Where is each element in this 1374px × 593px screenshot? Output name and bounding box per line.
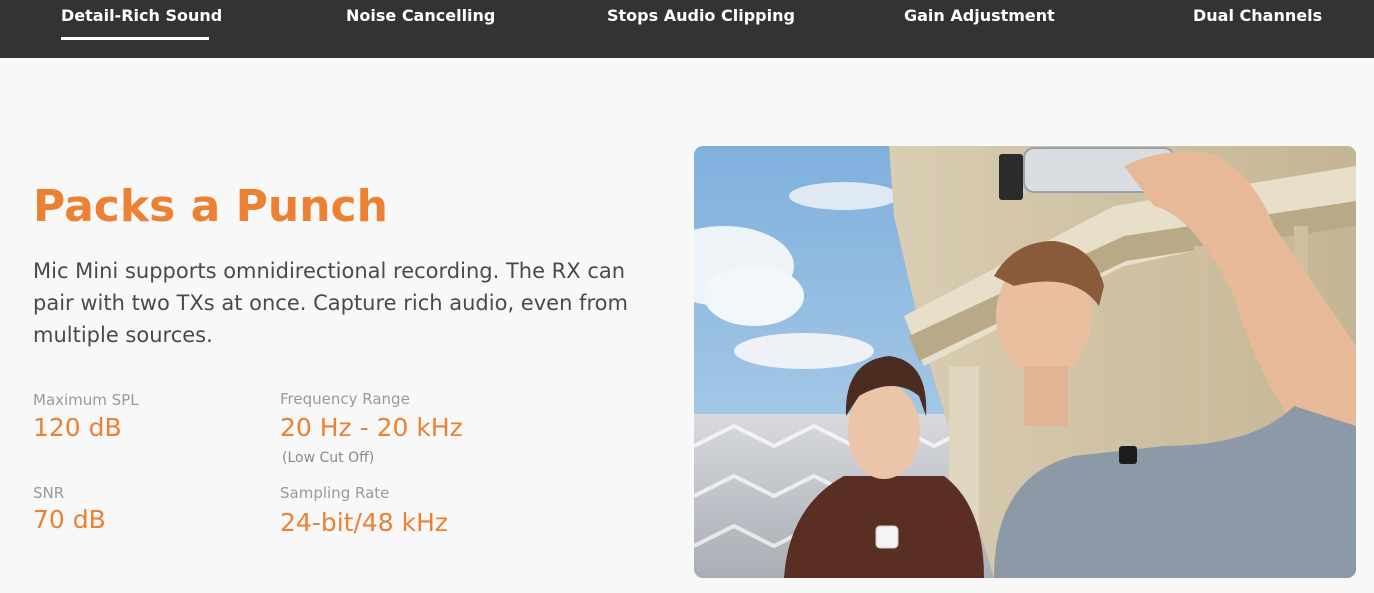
spec-label-frequency-range: Frequency Range [280,390,410,408]
tab-noise-cancelling[interactable]: Noise Cancelling [346,0,495,58]
active-tab-indicator [61,37,209,40]
spec-value-max-spl: 120 dB [33,413,122,442]
product-lifestyle-photo [694,146,1356,578]
spec-label-max-spl: Maximum SPL [33,391,139,409]
tab-label: Gain Adjustment [904,6,1055,25]
spec-label-snr: SNR [33,484,65,502]
tab-label: Stops Audio Clipping [607,6,795,25]
section-description: Mic Mini supports omnidirectional record… [33,259,628,347]
spec-label-sampling-rate: Sampling Rate [280,484,390,502]
tab-dual-channels[interactable]: Dual Channels [1193,0,1322,58]
spec-note-low-cut: (Low Cut Off) [282,450,375,466]
tab-stops-audio-clipping[interactable]: Stops Audio Clipping [607,0,795,58]
spec-value-frequency-range: 20 Hz - 20 kHz [280,413,463,442]
spec-value-sampling-rate: 24-bit/48 kHz [280,508,449,537]
tab-detail-rich-sound[interactable]: Detail-Rich Sound [61,0,222,58]
tab-label: Detail-Rich Sound [61,6,223,25]
spec-value-snr: 70 dB [33,505,106,534]
tab-label: Noise Cancelling [346,6,496,25]
feature-tab-bar: Detail-Rich Sound Noise Cancelling Stops… [0,0,1374,58]
tab-label: Dual Channels [1193,6,1323,25]
section-headline: Packs a Punch [33,181,388,232]
tab-gain-adjustment[interactable]: Gain Adjustment [904,0,1055,58]
